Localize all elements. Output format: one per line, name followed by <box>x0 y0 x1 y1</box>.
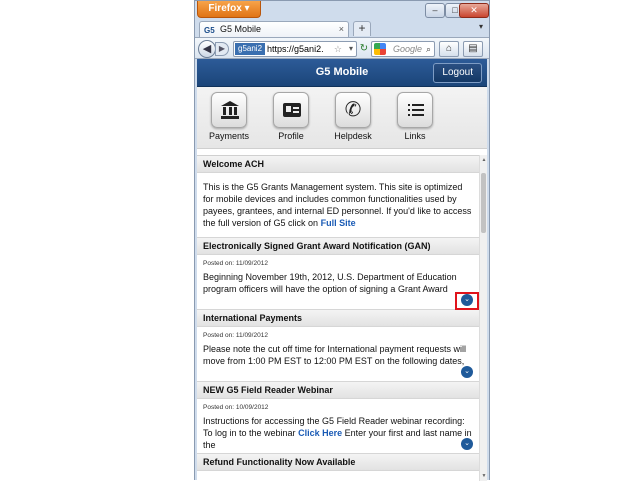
announcement-item: Posted on: 11/09/2012 Beginning November… <box>197 255 479 310</box>
icon-navigation: Payments Profile ✆ Helpdesk Links <box>197 87 487 149</box>
expand-chevron-icon[interactable]: ⌄ <box>461 438 473 450</box>
helpdesk-icon-button[interactable]: ✆ <box>335 92 371 128</box>
highlight-box <box>455 292 479 310</box>
bank-icon <box>221 101 239 119</box>
item-heading[interactable]: NEW G5 Field Reader Webinar <box>197 381 479 399</box>
bookmark-star-icon[interactable]: ☆ <box>333 42 342 56</box>
close-window-button[interactable]: ✕ <box>459 3 489 18</box>
list-all-tabs-icon[interactable]: ▾ <box>479 22 483 31</box>
item-body: Beginning November 19th, 2012, U.S. Depa… <box>203 272 457 294</box>
g5-favicon-icon: G5 <box>204 26 215 35</box>
profile-icon-button[interactable] <box>273 92 309 128</box>
payments-icon-button[interactable] <box>211 92 247 128</box>
full-site-link[interactable]: Full Site <box>321 218 356 228</box>
search-icon[interactable]: ⌕ <box>426 42 431 56</box>
firefox-menu-label: Firefox <box>208 3 242 14</box>
item-body: Please note the cut off time for Interna… <box>203 344 466 366</box>
forward-button[interactable]: ▶ <box>215 42 229 56</box>
nav-links-label: Links <box>404 131 426 141</box>
nav-payments-label: Payments <box>208 131 250 141</box>
announcement-item: Posted on: 11/09/2012 Please note the cu… <box>197 327 479 381</box>
item-heading[interactable]: Electronically Signed Grant Award Notifi… <box>197 237 479 255</box>
reload-icon[interactable]: ↻ <box>358 41 370 57</box>
nav-helpdesk[interactable]: ✆ Helpdesk <box>323 92 383 141</box>
minimize-button[interactable]: – <box>425 3 445 18</box>
home-button[interactable]: ⌂ <box>439 41 459 57</box>
id-card-icon <box>283 103 301 117</box>
nav-payments[interactable]: Payments <box>199 92 259 141</box>
page-content: G5 Mobile Logout Payments Profile ✆ Help… <box>197 59 487 481</box>
item-heading[interactable]: Refund Functionality Now Available <box>197 453 479 471</box>
click-here-link[interactable]: Click Here <box>298 428 342 438</box>
site-identity-badge[interactable]: g5ani2 <box>235 43 266 55</box>
navigation-toolbar: ◀ ▶ g5ani2 https://g5ani2. ☆ ▾ ↻ Google ⌕… <box>195 37 489 59</box>
links-icon-button[interactable] <box>397 92 433 128</box>
announcement-item: Posted on: 10/09/2012 Instructions for a… <box>197 399 479 453</box>
posted-date: Posted on: 11/09/2012 <box>203 332 268 339</box>
url-dropdown-icon[interactable]: ▾ <box>348 42 353 56</box>
scroll-thumb[interactable] <box>481 173 486 233</box>
toolbar-menu-button[interactable]: ▤ <box>463 41 483 57</box>
logout-button[interactable]: Logout <box>433 63 482 83</box>
new-tab-button[interactable]: + <box>353 21 371 36</box>
nav-links[interactable]: Links <box>385 92 445 141</box>
posted-date: Posted on: 11/09/2012 <box>203 260 268 267</box>
nav-profile[interactable]: Profile <box>261 92 321 141</box>
list-icon <box>408 104 424 117</box>
scrollbar[interactable]: ▲ ▼ <box>479 155 487 481</box>
item-heading[interactable]: International Payments <box>197 309 479 327</box>
welcome-text: This is the G5 Grants Management system.… <box>197 173 479 237</box>
search-placeholder: Google <box>393 44 423 54</box>
tab-strip: G5 G5 Mobile × + ▾ <box>195 21 489 37</box>
announcements-feed: Welcome ACH This is the G5 Grants Manage… <box>197 155 479 481</box>
app-header: G5 Mobile Logout <box>197 59 487 87</box>
search-bar[interactable]: Google ⌕ <box>371 41 435 57</box>
expand-chevron-icon[interactable]: ⌄ <box>461 366 473 378</box>
firefox-menu-button[interactable]: Firefox ▾ <box>197 1 261 18</box>
phone-icon: ✆ <box>344 99 362 121</box>
item-body: Instructions for accessing the G5 Field … <box>197 411 479 451</box>
scroll-up-icon[interactable]: ▲ <box>480 157 487 163</box>
welcome-heading: Welcome ACH <box>197 156 479 173</box>
close-tab-icon[interactable]: × <box>339 22 344 36</box>
url-text: https://g5ani2. <box>267 44 324 54</box>
tab-title: G5 Mobile <box>220 24 262 34</box>
scroll-down-icon[interactable]: ▼ <box>480 473 487 479</box>
nav-profile-label: Profile <box>278 131 304 141</box>
tab-g5-mobile[interactable]: G5 G5 Mobile × <box>199 21 349 37</box>
title-bar: Firefox ▾ – □ ✕ <box>195 1 489 21</box>
google-icon[interactable] <box>374 43 386 55</box>
posted-date: Posted on: 10/09/2012 <box>203 404 269 411</box>
browser-window: Firefox ▾ – □ ✕ G5 G5 Mobile × + ▾ ◀ ▶ g… <box>194 0 490 481</box>
back-button[interactable]: ◀ <box>198 40 216 58</box>
url-bar[interactable]: g5ani2 https://g5ani2. ☆ ▾ <box>233 41 357 57</box>
nav-helpdesk-label: Helpdesk <box>334 131 372 141</box>
